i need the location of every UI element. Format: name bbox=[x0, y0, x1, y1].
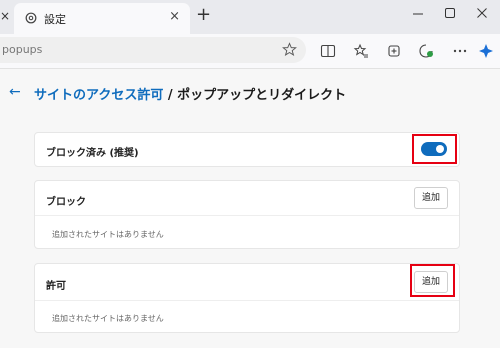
favorites-icon[interactable] bbox=[353, 43, 369, 59]
collections-icon[interactable] bbox=[386, 43, 402, 59]
new-tab-icon[interactable]: + bbox=[196, 4, 211, 25]
settings-gear-icon bbox=[25, 12, 37, 24]
prev-tab-close-icon[interactable]: × bbox=[0, 9, 10, 23]
page-heading: サイトのアクセス許可 / ポップアップとリダイレクト bbox=[34, 84, 346, 103]
browser-essentials-icon[interactable] bbox=[418, 43, 434, 59]
copilot-icon[interactable] bbox=[478, 43, 494, 59]
page-title: ポップアップとリダイレクト bbox=[177, 88, 347, 103]
tab-close-icon[interactable]: × bbox=[169, 9, 180, 24]
ellipsis-menu-icon[interactable] bbox=[452, 43, 468, 59]
address-bar[interactable]: popups bbox=[0, 37, 306, 63]
breadcrumb-separator: / bbox=[163, 88, 178, 103]
toolbar: popups bbox=[0, 34, 500, 69]
divider bbox=[35, 215, 459, 216]
allow-list-card: 許可 追加 追加されたサイトはありません bbox=[34, 263, 460, 333]
favorite-star-icon[interactable] bbox=[282, 42, 297, 57]
block-list-label: ブロック bbox=[46, 197, 86, 208]
split-screen-icon[interactable] bbox=[320, 43, 336, 59]
highlight-toggle-box bbox=[412, 134, 457, 164]
address-url: popups bbox=[2, 43, 43, 56]
maximize-icon[interactable] bbox=[444, 7, 456, 19]
highlight-allow-add-box bbox=[410, 264, 455, 297]
allow-empty-text: 追加されたサイトはありません bbox=[52, 314, 164, 323]
blocked-setting-card: ブロック済み (推奨) bbox=[34, 132, 460, 167]
divider bbox=[35, 300, 459, 301]
block-add-button[interactable]: 追加 bbox=[414, 187, 448, 209]
breadcrumb-parent-link[interactable]: サイトのアクセス許可 bbox=[34, 88, 163, 103]
block-empty-text: 追加されたサイトはありません bbox=[52, 230, 164, 239]
tab-settings[interactable]: 設定 × bbox=[14, 3, 190, 34]
allow-list-label: 許可 bbox=[46, 281, 66, 292]
title-bar: × 設定 × + bbox=[0, 0, 500, 34]
close-window-icon[interactable] bbox=[476, 7, 488, 19]
minimize-icon[interactable] bbox=[412, 8, 424, 20]
back-arrow-icon[interactable]: ← bbox=[9, 84, 21, 100]
blocked-label: ブロック済み (推奨) bbox=[46, 148, 139, 159]
tab-title: 設定 bbox=[44, 13, 66, 26]
block-list-card: ブロック 追加 追加されたサイトはありません bbox=[34, 180, 460, 249]
